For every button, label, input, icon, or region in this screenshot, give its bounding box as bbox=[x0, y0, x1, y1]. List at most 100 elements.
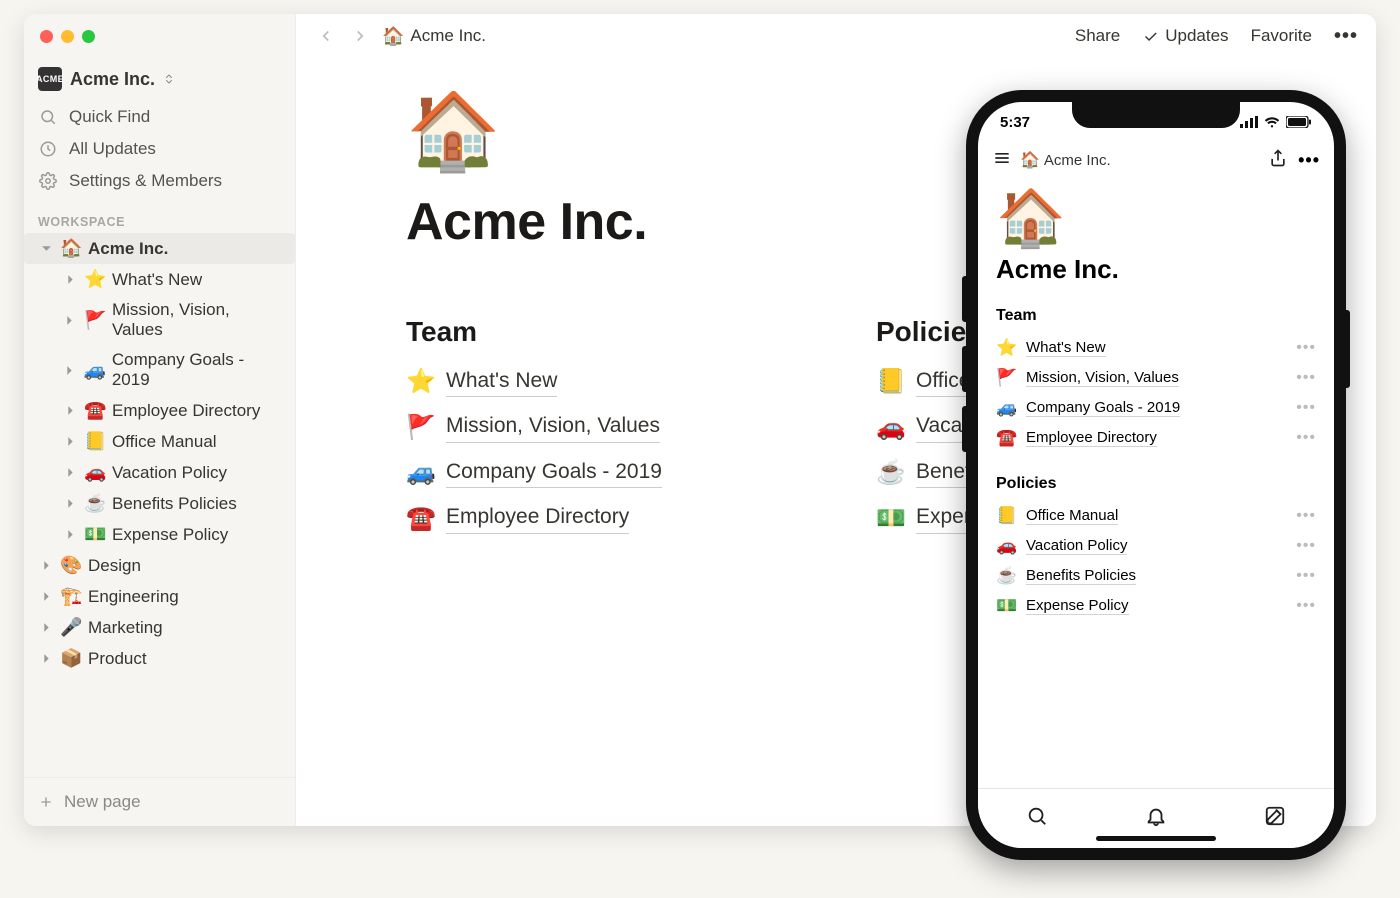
search-icon bbox=[38, 107, 58, 127]
caret-right-icon[interactable] bbox=[38, 620, 54, 636]
chevron-updown-icon bbox=[163, 69, 175, 90]
favorite-button[interactable]: Favorite bbox=[1251, 26, 1312, 46]
caret-right-icon[interactable] bbox=[62, 272, 78, 288]
page-link[interactable]: ⭐ What's New bbox=[406, 366, 796, 397]
caret-right-icon[interactable] bbox=[62, 434, 78, 450]
page-emoji: 🏗️ bbox=[60, 586, 82, 607]
breadcrumb-emoji: 🏠 bbox=[382, 26, 404, 47]
tree-item[interactable]: ☎️ Employee Directory bbox=[48, 395, 295, 426]
more-menu-button[interactable]: ••• bbox=[1334, 25, 1358, 48]
row-more-button[interactable]: ••• bbox=[1296, 369, 1316, 387]
link-emoji: 🚙 bbox=[406, 458, 432, 487]
phone-page-link[interactable]: 📒 Office Manual ••• bbox=[996, 501, 1316, 531]
tree-item[interactable]: 🚩 Mission, Vision, Values bbox=[48, 295, 295, 345]
link-emoji: 🚩 bbox=[996, 368, 1016, 388]
page-emoji: 🎨 bbox=[60, 555, 82, 576]
sidebar: ACME Acme Inc. Quick Find All Updates Se… bbox=[24, 14, 296, 826]
quick-find-label: Quick Find bbox=[69, 107, 150, 127]
caret-right-icon[interactable] bbox=[38, 651, 54, 667]
quick-find[interactable]: Quick Find bbox=[24, 101, 295, 133]
page-emoji: 🚩 bbox=[84, 310, 106, 331]
link-emoji: ⭐ bbox=[996, 338, 1016, 358]
tree-item[interactable]: 🎤 Marketing bbox=[24, 612, 295, 643]
window-controls bbox=[24, 14, 295, 53]
all-updates[interactable]: All Updates bbox=[24, 133, 295, 165]
row-more-button[interactable]: ••• bbox=[1296, 429, 1316, 447]
caret-right-icon[interactable] bbox=[62, 465, 78, 481]
page-column: Team ⭐ What's New 🚩 Mission, Vision, Val… bbox=[406, 316, 796, 548]
share-button[interactable]: Share bbox=[1075, 26, 1120, 46]
caret-right-icon[interactable] bbox=[38, 589, 54, 605]
tree-item[interactable]: ⭐ What's New bbox=[48, 264, 295, 295]
phone-breadcrumb[interactable]: 🏠 Acme Inc. bbox=[1020, 150, 1111, 170]
caret-right-icon[interactable] bbox=[62, 527, 78, 543]
phone-page-icon[interactable]: 🏠 bbox=[996, 190, 1316, 246]
row-more-button[interactable]: ••• bbox=[1296, 399, 1316, 417]
phone-page-link[interactable]: ☎️ Employee Directory ••• bbox=[996, 423, 1316, 453]
caret-right-icon[interactable] bbox=[62, 362, 78, 378]
phone-section-heading: Policies bbox=[996, 475, 1316, 493]
phone-notch bbox=[1072, 102, 1240, 128]
link-label: Company Goals - 2019 bbox=[446, 457, 662, 488]
page-emoji: 🎤 bbox=[60, 617, 82, 638]
phone-tab-compose[interactable] bbox=[1264, 805, 1286, 832]
tree-item[interactable]: 🚙 Company Goals - 2019 bbox=[48, 345, 295, 395]
tree-root-acme[interactable]: 🏠 Acme Inc. bbox=[24, 233, 295, 264]
link-label: Mission, Vision, Values bbox=[446, 411, 660, 442]
phone-page-link[interactable]: 🚙 Company Goals - 2019 ••• bbox=[996, 393, 1316, 423]
minimize-window-button[interactable] bbox=[61, 30, 74, 43]
caret-right-icon[interactable] bbox=[62, 403, 78, 419]
phone-page-link[interactable]: 🚗 Vacation Policy ••• bbox=[996, 531, 1316, 561]
row-more-button[interactable]: ••• bbox=[1296, 567, 1316, 585]
close-window-button[interactable] bbox=[40, 30, 53, 43]
nav-forward-button[interactable] bbox=[348, 24, 372, 48]
battery-icon bbox=[1286, 116, 1312, 128]
tree-item[interactable]: 🏗️ Engineering bbox=[24, 581, 295, 612]
phone-page-link[interactable]: ⭐ What's New ••• bbox=[996, 333, 1316, 363]
breadcrumb[interactable]: 🏠 Acme Inc. bbox=[382, 26, 486, 47]
nav-back-button[interactable] bbox=[314, 24, 338, 48]
phone-tab-notifications[interactable] bbox=[1145, 805, 1167, 832]
phone-menu-button[interactable] bbox=[992, 148, 1012, 173]
tree-item[interactable]: 🚗 Vacation Policy bbox=[48, 457, 295, 488]
tree-item[interactable]: 💵 Expense Policy bbox=[48, 519, 295, 550]
caret-right-icon[interactable] bbox=[62, 312, 78, 328]
row-more-button[interactable]: ••• bbox=[1296, 507, 1316, 525]
caret-right-icon[interactable] bbox=[38, 558, 54, 574]
page-emoji: ☕ bbox=[84, 493, 106, 514]
row-more-button[interactable]: ••• bbox=[1296, 537, 1316, 555]
phone-page-title[interactable]: Acme Inc. bbox=[996, 254, 1316, 285]
phone-page-link[interactable]: ☕ Benefits Policies ••• bbox=[996, 561, 1316, 591]
page-link[interactable]: ☎️ Employee Directory bbox=[406, 502, 796, 533]
page-emoji: 🚗 bbox=[84, 462, 106, 483]
phone-page-link[interactable]: 💵 Expense Policy ••• bbox=[996, 591, 1316, 621]
phone-page-link[interactable]: 🚩 Mission, Vision, Values ••• bbox=[996, 363, 1316, 393]
phone-more-button[interactable]: ••• bbox=[1298, 150, 1320, 171]
workspace-switcher[interactable]: ACME Acme Inc. bbox=[24, 53, 295, 101]
page-link[interactable]: 🚩 Mission, Vision, Values bbox=[406, 411, 796, 442]
topbar: 🏠 Acme Inc. Share Updates Favorite ••• bbox=[296, 14, 1376, 58]
phone-screen: 5:37 🏠 Acme Inc. ••• 🏠 bbox=[978, 102, 1334, 848]
phone-time: 5:37 bbox=[1000, 114, 1030, 131]
row-more-button[interactable]: ••• bbox=[1296, 597, 1316, 615]
tree-item[interactable]: 🎨 Design bbox=[24, 550, 295, 581]
phone-share-button[interactable] bbox=[1268, 148, 1288, 173]
phone-tab-search[interactable] bbox=[1026, 805, 1048, 832]
tree-root-label: Acme Inc. bbox=[88, 239, 168, 259]
tree-item[interactable]: ☕ Benefits Policies bbox=[48, 488, 295, 519]
all-updates-label: All Updates bbox=[69, 139, 156, 159]
workspace-name: Acme Inc. bbox=[70, 69, 155, 90]
tree-item[interactable]: 📦 Product bbox=[24, 643, 295, 674]
caret-right-icon[interactable] bbox=[62, 496, 78, 512]
tree-item[interactable]: 📒 Office Manual bbox=[48, 426, 295, 457]
caret-down-icon[interactable] bbox=[38, 241, 54, 257]
page-link[interactable]: 🚙 Company Goals - 2019 bbox=[406, 457, 796, 488]
settings-members[interactable]: Settings & Members bbox=[24, 165, 295, 197]
zoom-window-button[interactable] bbox=[82, 30, 95, 43]
page-emoji: ☎️ bbox=[84, 400, 106, 421]
plus-icon bbox=[38, 794, 54, 810]
new-page-button[interactable]: New page bbox=[24, 777, 295, 826]
link-label: Mission, Vision, Values bbox=[1026, 369, 1179, 387]
updates-button[interactable]: Updates bbox=[1142, 26, 1228, 46]
row-more-button[interactable]: ••• bbox=[1296, 339, 1316, 357]
